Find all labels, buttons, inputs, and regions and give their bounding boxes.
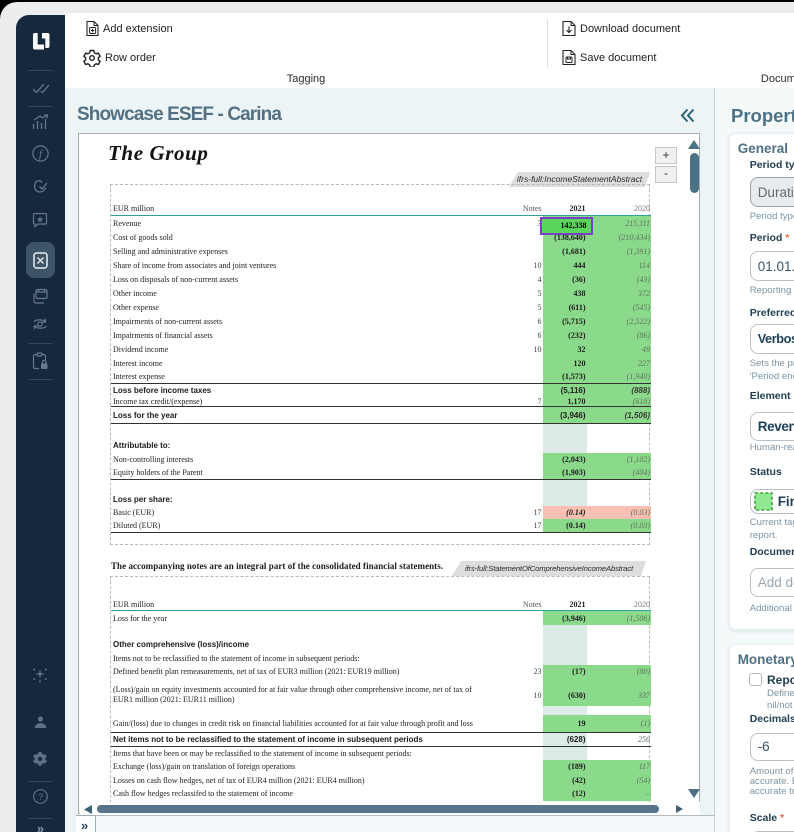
svg-text:★: ★ [36, 215, 44, 225]
svg-text:?: ? [38, 792, 43, 802]
svg-text:f: f [39, 148, 44, 160]
